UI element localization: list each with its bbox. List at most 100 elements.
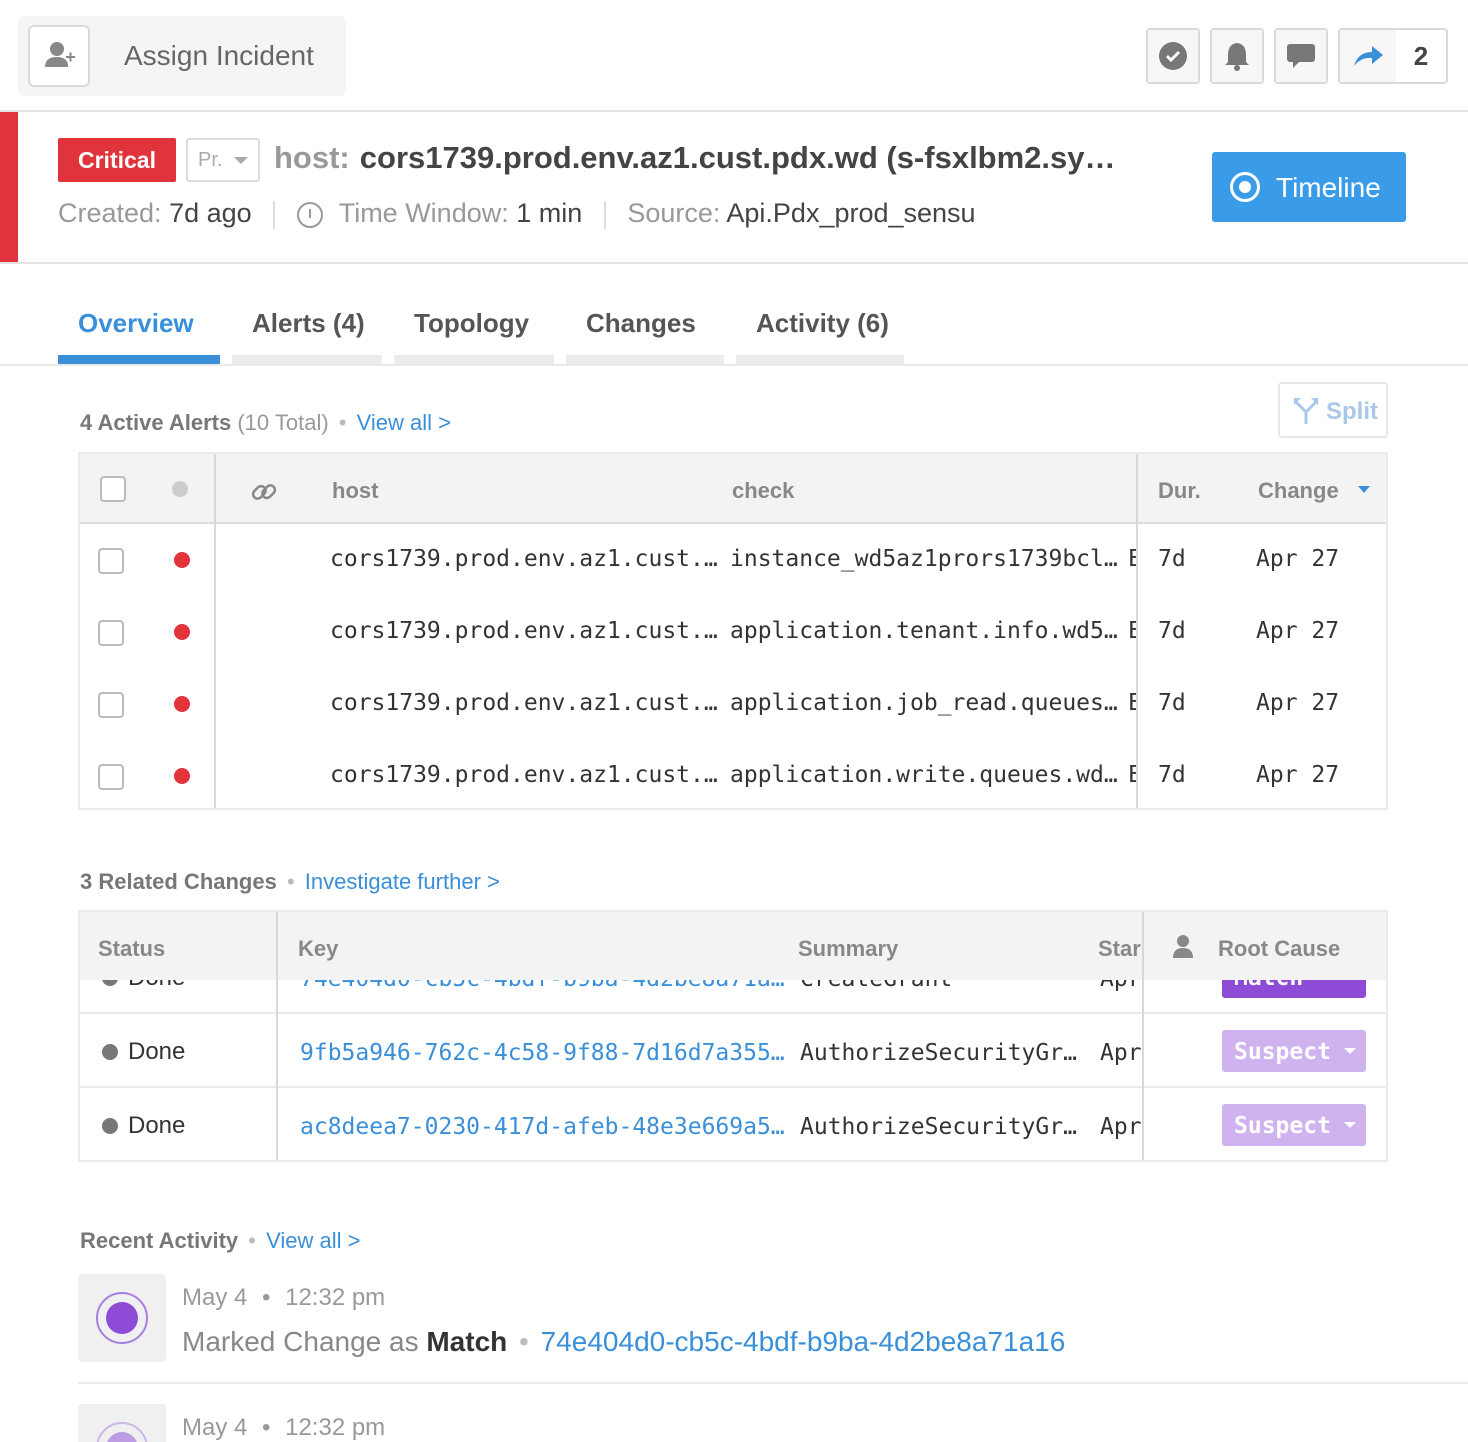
cell-change: Apr 27 [1256, 690, 1340, 716]
chevron-down-icon [1344, 1122, 1356, 1128]
title-value: cors1739.prod.env.az1.cust.pdx.wd (s-fsx… [359, 140, 1116, 175]
time-window-value: 1 min [516, 198, 583, 228]
clock-icon [296, 201, 323, 228]
status-dot [102, 1044, 118, 1060]
column-duration[interactable]: Dur. [1158, 478, 1201, 504]
tab-label: Alerts (4) [252, 308, 365, 338]
investigate-further-link[interactable]: Investigate further > [305, 869, 500, 894]
link-icon [251, 484, 277, 500]
table-row[interactable]: cors1739.prod.env.az1.cust.… application… [80, 740, 1386, 812]
changes-table: Status Key Summary Star Root Cause Done … [78, 910, 1388, 1162]
divider [603, 200, 606, 229]
table-row[interactable]: cors1739.prod.env.az1.cust.… application… [80, 668, 1386, 740]
cell-key-link[interactable]: 9fb5a946-762c-4c58-9f88-7d16d7a355… [300, 1040, 785, 1066]
root-cause-label: Suspect [1234, 1039, 1331, 1065]
activity-timestamp: May 4 • 12:32 pm [182, 1414, 386, 1441]
activity-status: Match [426, 1326, 508, 1357]
incident-meta: Created: 7d ago Time Window: 1 min Sourc… [58, 198, 976, 229]
chevron-down-icon [1344, 1048, 1356, 1054]
split-button[interactable]: Split [1278, 382, 1388, 438]
tab-label: Topology [414, 308, 530, 338]
cell-change: Apr 27 [1256, 546, 1340, 572]
cell-status: Done [128, 1038, 186, 1065]
row-checkbox[interactable] [98, 548, 124, 574]
split-icon [1294, 398, 1318, 424]
activity-change-link[interactable]: 74e404d0-cb5c-4bdf-b9ba-4d2be8a71a16 [541, 1326, 1066, 1357]
changes-count: 3 Related Changes [80, 869, 277, 894]
title-key: host: [274, 140, 350, 175]
row-checkbox[interactable] [98, 620, 124, 646]
priority-label: Pr. [198, 149, 223, 171]
tab-alerts[interactable]: Alerts (4) [232, 264, 382, 364]
cell-check: application.tenant.info.wd5… [730, 618, 1118, 644]
column-root-cause[interactable]: Root Cause [1218, 936, 1340, 962]
status-column-icon [172, 481, 188, 497]
tab-label: Activity (6) [756, 308, 889, 338]
root-cause-dropdown[interactable]: Suspect [1222, 1030, 1366, 1072]
cell-key-link[interactable]: ac8deea7-0230-417d-afeb-48e3e669a5… [300, 1114, 785, 1140]
table-row[interactable]: cors1739.prod.env.az1.cust.… instance_wd… [80, 524, 1386, 596]
activity-item: May 4 • 12:32 pm [78, 1404, 1468, 1442]
cell-clipped: E [1128, 690, 1136, 716]
divider [273, 200, 276, 229]
activity-title: Recent Activity [80, 1228, 239, 1253]
resolve-button[interactable] [1146, 28, 1200, 84]
cell-clipped: E [1128, 762, 1136, 788]
activity-avatar [78, 1404, 166, 1442]
tab-changes[interactable]: Changes [566, 264, 724, 364]
notify-button[interactable] [1210, 28, 1264, 84]
created-value: 7d ago [169, 198, 252, 228]
activity-time: 12:32 pm [285, 1414, 386, 1441]
column-key[interactable]: Key [298, 936, 338, 962]
tab-label: Changes [586, 308, 696, 338]
row-checkbox[interactable] [98, 692, 124, 718]
user-icon [1173, 935, 1193, 958]
view-all-activity-link[interactable]: View all > [266, 1228, 360, 1253]
incident-header: Critical Pr. host: cors1739.prod.env.az1.… [0, 112, 1468, 264]
activity-item: May 4 • 12:32 pm Marked Change as Match … [78, 1274, 1468, 1384]
table-row[interactable]: cors1739.prod.env.az1.cust.… application… [80, 596, 1386, 668]
column-divider [276, 912, 278, 1160]
cell-summary: AuthorizeSecurityGr… [800, 1114, 1077, 1140]
top-toolbar: Assign Incident 2 [0, 0, 1468, 112]
column-status[interactable]: Status [98, 936, 165, 962]
tab-activity[interactable]: Activity (6) [736, 264, 904, 364]
select-all-checkbox[interactable] [100, 476, 126, 502]
column-summary[interactable]: Summary [798, 936, 898, 962]
root-cause-dropdown[interactable]: Suspect [1222, 1104, 1366, 1146]
cell-check: application.write.queues.wd… [730, 762, 1118, 788]
comment-button[interactable] [1274, 28, 1328, 84]
critical-status-icon [174, 768, 190, 784]
cell-check: application.job_read.queues… [730, 690, 1118, 716]
column-check[interactable]: check [732, 478, 794, 504]
split-label: Split [1326, 398, 1378, 425]
check-circle-icon [1159, 42, 1187, 70]
sort-desc-icon[interactable] [1358, 486, 1370, 493]
tab-overview[interactable]: Overview [58, 264, 220, 364]
column-host[interactable]: host [332, 478, 378, 504]
chevron-down-icon [234, 157, 248, 164]
root-cause-label: Suspect [1234, 1113, 1331, 1139]
status-dot [102, 1118, 118, 1134]
cell-clipped: E [1128, 546, 1136, 572]
timeline-button[interactable]: Timeline [1212, 152, 1406, 222]
critical-status-icon [174, 624, 190, 640]
cell-duration: 7d [1158, 546, 1186, 572]
severity-stripe [0, 112, 18, 262]
column-change[interactable]: Change [1258, 478, 1339, 504]
cell-host: cors1739.prod.env.az1.cust.… [330, 762, 718, 788]
tab-topology[interactable]: Topology [394, 264, 554, 364]
priority-dropdown[interactable]: Pr. [186, 138, 260, 182]
assign-incident-button[interactable]: Assign Incident [18, 16, 346, 96]
column-start[interactable]: Star [1098, 936, 1142, 962]
share-button[interactable] [1338, 28, 1398, 84]
row-checkbox[interactable] [98, 764, 124, 790]
cell-start: Apr [1100, 1114, 1142, 1140]
cell-check: instance_wd5az1prors1739bcl… [730, 546, 1118, 572]
alerts-table-header: host check Dur. Change [80, 454, 1386, 524]
radio-icon [1230, 172, 1260, 202]
view-all-alerts-link[interactable]: View all > [357, 410, 451, 435]
cell-duration: 7d [1158, 690, 1186, 716]
comment-icon [1287, 44, 1315, 68]
cell-status: Done [128, 1112, 186, 1139]
